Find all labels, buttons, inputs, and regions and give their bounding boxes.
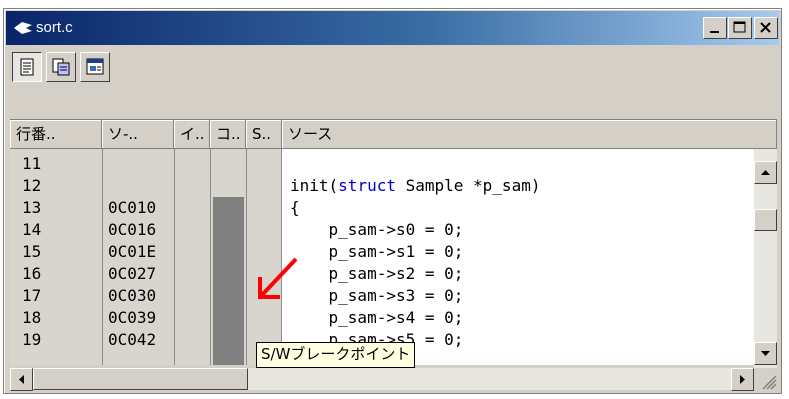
table-row[interactable]: 11 (10, 153, 754, 175)
header-source[interactable]: ソース (282, 120, 777, 148)
table-row[interactable]: 14 0C016 p_sam->s0 = 0; (10, 219, 754, 241)
header-coverage[interactable]: コ.. (210, 120, 246, 148)
source-text: p_sam->s0 = 0; (290, 220, 464, 239)
address: 0C010 (108, 198, 157, 217)
table-row[interactable]: 15 0C01E p_sam->s1 = 0; (10, 241, 754, 263)
minimize-icon (710, 31, 719, 33)
scroll-left-button[interactable] (10, 368, 33, 391)
address: 0C016 (108, 220, 157, 239)
breakpoint-tooltip: S/Wブレークポイント (256, 342, 416, 368)
source-text: p_sam->s1 = 0; (290, 242, 464, 261)
header-source-address[interactable]: ソ-.. (102, 120, 174, 148)
sort-c-window: sort.c 行番.. ソ-.. イ.. コ.. S.. ソース 11 12 i… (3, 8, 782, 394)
scroll-up-button[interactable] (754, 161, 777, 184)
source-text: p_sam->s2 = 0; (290, 264, 464, 283)
scroll-left-icon (19, 375, 24, 384)
disassembly-view-button[interactable] (80, 52, 110, 82)
toolbar (6, 46, 779, 92)
vertical-scroll-thumb[interactable] (754, 209, 777, 231)
scroll-right-button[interactable] (731, 368, 754, 391)
source-text: p_sam->s3 = 0; (290, 286, 464, 305)
source-text: { (290, 198, 300, 217)
resize-grip-icon (762, 375, 777, 390)
line-number: 15 (22, 242, 42, 261)
source-view-button[interactable] (12, 52, 42, 82)
scroll-down-icon (761, 351, 770, 356)
scroll-down-button[interactable] (754, 342, 777, 365)
resize-grip[interactable] (754, 368, 777, 390)
source-grid[interactable]: 11 12 init(struct Sample *p_sam) 13 0C01… (10, 149, 754, 365)
line-number: 14 (22, 220, 42, 239)
line-number: 17 (22, 286, 42, 305)
table-row[interactable]: 16 0C027 p_sam->s2 = 0; (10, 263, 754, 285)
close-icon (760, 22, 771, 33)
keyword-text: struct (338, 176, 396, 195)
header-sw-break[interactable]: S.. (246, 120, 282, 148)
horizontal-scrollbar[interactable] (10, 368, 754, 391)
maximize-icon (733, 21, 746, 33)
address: 0C039 (108, 308, 157, 327)
line-number: 18 (22, 308, 42, 327)
address: 0C01E (108, 242, 157, 261)
address: 0C042 (108, 330, 157, 349)
mixed-view-button[interactable] (46, 52, 76, 82)
window-title: sort.c (36, 19, 73, 36)
table-row[interactable]: 12 init(struct Sample *p_sam) (10, 175, 754, 197)
maximize-button[interactable] (728, 17, 752, 39)
close-button[interactable] (754, 17, 778, 39)
scroll-up-icon (761, 170, 770, 175)
table-row[interactable]: 18 0C039 p_sam->s4 = 0; (10, 307, 754, 329)
annotation-arrow-icon (258, 257, 298, 299)
app-icon (14, 22, 32, 34)
line-number: 16 (22, 264, 42, 283)
header-line-number[interactable]: 行番.. (10, 120, 102, 148)
source-view-icon (20, 58, 34, 76)
line-number: 13 (22, 198, 42, 217)
line-number: 11 (22, 154, 42, 173)
horizontal-scroll-thumb[interactable] (33, 368, 248, 390)
address: 0C030 (108, 286, 157, 305)
table-row[interactable]: 13 0C010 { (10, 197, 754, 219)
header-event[interactable]: イ.. (174, 120, 210, 148)
column-header: 行番.. ソ-.. イ.. コ.. S.. ソース (10, 119, 777, 149)
source-text: p_sam->s4 = 0; (290, 308, 464, 327)
line-number: 19 (22, 330, 42, 349)
disassembly-view-icon (86, 58, 104, 75)
vertical-scrollbar[interactable] (754, 149, 777, 369)
line-number: 12 (22, 176, 42, 195)
scroll-right-icon (740, 375, 745, 384)
table-row[interactable]: 17 0C030 p_sam->s3 = 0; (10, 285, 754, 307)
title-bar[interactable]: sort.c (6, 11, 779, 45)
minimize-button[interactable] (703, 17, 727, 39)
mixed-view-icon (52, 58, 70, 76)
address: 0C027 (108, 264, 157, 283)
source-text: init(struct Sample *p_sam) (290, 176, 541, 195)
